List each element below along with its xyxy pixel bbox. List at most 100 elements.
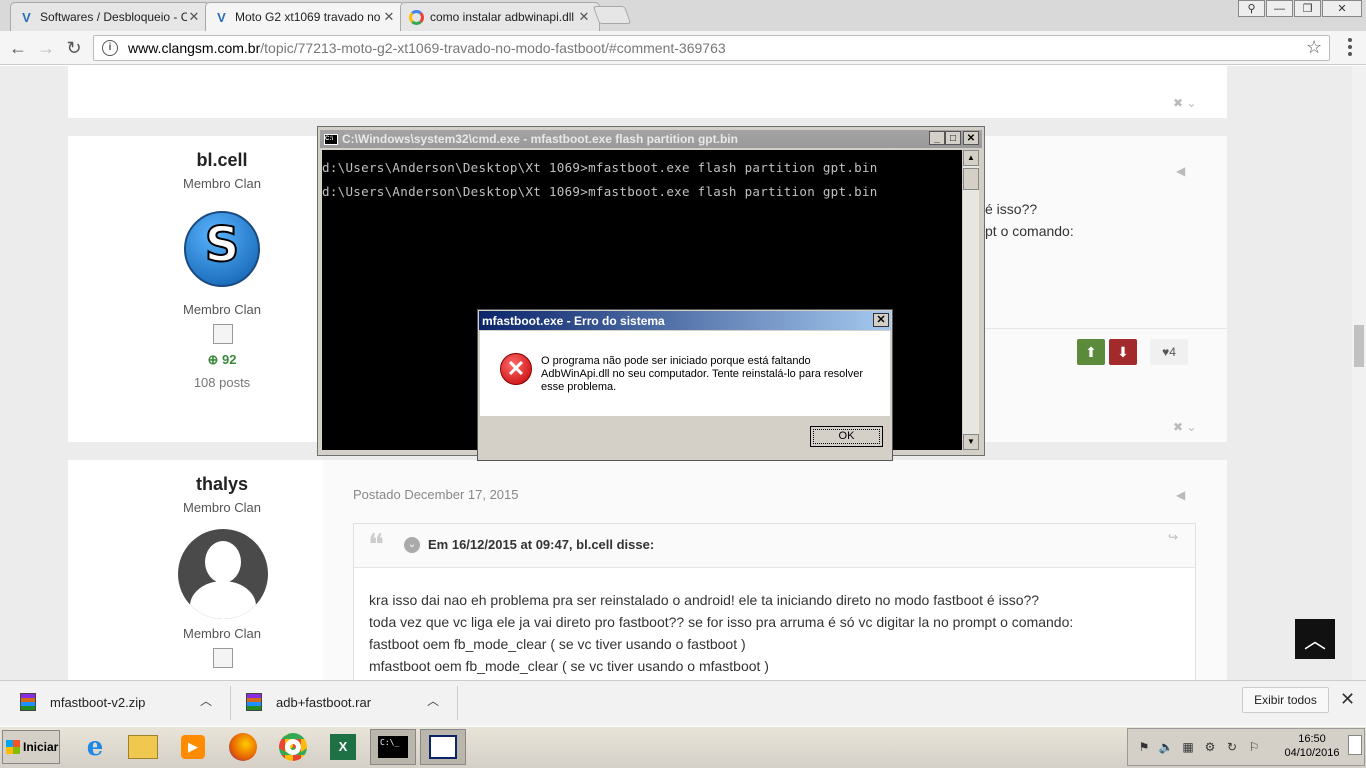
post-date: Postado December 17, 2015 xyxy=(353,487,519,502)
quote-line: mfastboot oem fb_mode_clear ( se vc tive… xyxy=(369,658,769,674)
upvote-button[interactable]: ⬆ xyxy=(1077,339,1105,365)
info-icon[interactable]: i xyxy=(102,40,118,56)
avatar[interactable] xyxy=(178,529,268,619)
bookmark-star-icon[interactable]: ☆ xyxy=(1306,37,1322,58)
user-profile-icon[interactable]: ⚲ xyxy=(1238,0,1265,17)
plus-circle-icon: ⊕ xyxy=(207,352,223,367)
close-icon[interactable]: ✕ xyxy=(577,9,591,25)
like-count[interactable]: ♥ 4 xyxy=(1150,339,1188,365)
internet-explorer-icon[interactable]: e xyxy=(72,729,118,765)
broken-image-icon xyxy=(213,324,233,344)
windows-flag-icon[interactable]: ⚑ xyxy=(1136,739,1152,755)
share-icon[interactable]: ◀ xyxy=(1176,164,1185,178)
restore-button[interactable]: ❐ xyxy=(1294,0,1321,17)
close-icon[interactable]: ✕ xyxy=(1340,689,1355,710)
download-item[interactable]: mfastboot-v2.zip xyxy=(20,690,145,714)
google-favicon-icon xyxy=(409,9,424,25)
cmd-titlebar[interactable]: C:\ C:\Windows\system32\cmd.exe - mfastb… xyxy=(320,130,982,148)
share-icon[interactable]: ◀ xyxy=(1176,488,1185,502)
error-dialog-titlebar[interactable]: mfastboot.exe - Erro do sistema xyxy=(479,311,891,330)
user-silhouette-body xyxy=(190,581,256,619)
url-path: /topic/77213-moto-g2-xt1069-travado-no-m… xyxy=(260,40,726,56)
page-scrollbar[interactable] xyxy=(1352,66,1366,680)
site-favicon-icon: V xyxy=(22,9,31,25)
back-arrow-icon[interactable]: ← xyxy=(6,36,30,60)
post-card-top xyxy=(68,66,1227,118)
tab-title: Moto G2 xt1069 travado no xyxy=(235,10,381,24)
close-icon[interactable]: ✕ xyxy=(382,9,396,25)
excel-icon[interactable]: X xyxy=(320,729,366,765)
media-player-icon[interactable]: ▶ xyxy=(170,729,216,765)
scroll-to-top-button[interactable]: ︿ xyxy=(1295,619,1335,659)
hide-icon[interactable]: ✖ ⌄ xyxy=(1173,96,1196,110)
scroll-up-icon[interactable]: ▲ xyxy=(963,150,979,166)
error-dialog-title: mfastboot.exe - Erro do sistema xyxy=(482,313,665,328)
user-silhouette-icon xyxy=(205,541,241,583)
cmd-maximize-button[interactable]: □ xyxy=(945,131,961,145)
tab-adbwinapi[interactable]: como instalar adbwinapi.dll ✕ xyxy=(400,2,600,31)
start-label: Iniciar xyxy=(23,740,59,754)
file-explorer-icon[interactable] xyxy=(120,729,166,765)
close-icon[interactable]: ✕ xyxy=(187,9,201,25)
reply-icon[interactable]: ↪ xyxy=(1168,530,1178,544)
chevron-up-icon[interactable]: ︿ xyxy=(427,692,439,709)
ok-button[interactable]: OK xyxy=(810,426,883,447)
cmd-minimize-button[interactable]: _ xyxy=(929,131,945,145)
error-icon: ✕ xyxy=(500,353,532,385)
cmd-scrollbar[interactable]: ▲ ▼ xyxy=(963,150,979,450)
archive-icon xyxy=(246,693,262,711)
new-tab-button[interactable] xyxy=(592,6,632,24)
cmd-close-button[interactable]: ✕ xyxy=(963,131,979,145)
dialog-taskbar-icon[interactable] xyxy=(420,729,466,765)
start-button[interactable]: Iniciar xyxy=(2,730,60,764)
chevron-up-icon[interactable]: ︿ xyxy=(200,692,212,709)
heart-icon: ♥ xyxy=(1162,345,1170,359)
reputation-count: 92 xyxy=(222,352,237,367)
author-name[interactable]: thalys xyxy=(67,474,377,495)
console-line: d:\Users\Anderson\Desktop\Xt 1069>mfastb… xyxy=(322,184,878,199)
cmd-title: C:\Windows\system32\cmd.exe - mfastboot.… xyxy=(342,132,738,146)
download-item[interactable]: adb+fastboot.rar xyxy=(246,690,371,714)
update-icon[interactable]: ↻ xyxy=(1224,739,1240,755)
tab-moto-g2[interactable]: V Moto G2 xt1069 travado no ✕ xyxy=(205,2,405,31)
volume-icon[interactable]: 🔈 xyxy=(1158,739,1174,755)
firefox-icon[interactable] xyxy=(220,729,266,765)
scroll-down-icon[interactable]: ▼ xyxy=(963,434,979,450)
error-close-button[interactable]: ✕ xyxy=(873,313,889,327)
window-close-button[interactable]: ✕ xyxy=(1322,0,1362,17)
quote-line: toda vez que vc liga ele ja vai direto p… xyxy=(369,614,1074,630)
scrollbar-thumb[interactable] xyxy=(1354,325,1364,367)
chevron-down-icon[interactable]: ⌄ xyxy=(404,537,420,553)
chrome-icon[interactable] xyxy=(270,729,316,765)
author-group: Membro Clan xyxy=(182,626,262,641)
security-icon[interactable]: ⚙ xyxy=(1202,739,1218,755)
console-line: d:\Users\Anderson\Desktop\Xt 1069>mfastb… xyxy=(322,160,878,175)
address-bar[interactable]: i www.clangsm.com.br/topic/77213-moto-g2… xyxy=(93,35,1330,61)
avatar[interactable]: S xyxy=(184,211,260,287)
cmd-icon: C:\ xyxy=(324,133,338,145)
quote-author: Em 16/12/2015 at 09:47, bl.cell disse: xyxy=(428,537,655,552)
show-desktop-button[interactable] xyxy=(1348,735,1362,755)
url-domain: www.clangsm.com.br xyxy=(128,40,261,56)
downvote-button[interactable]: ⬇ xyxy=(1109,339,1137,365)
quote-icon: ❝ xyxy=(368,528,385,563)
hide-icon[interactable]: ✖ ⌄ xyxy=(1173,420,1196,434)
author-group: Membro Clan xyxy=(182,500,262,515)
cmd-taskbar-icon[interactable]: C:\_ xyxy=(370,729,416,765)
show-all-button[interactable]: Exibir todos xyxy=(1242,687,1329,713)
quote-line: kra isso dai nao eh problema pra ser rei… xyxy=(369,592,1040,608)
reload-icon[interactable]: ↻ xyxy=(62,36,86,60)
broken-image-icon xyxy=(213,648,233,668)
archive-icon xyxy=(20,693,36,711)
tab-softwares[interactable]: V Softwares / Desbloqueio - C ✕ xyxy=(10,2,210,31)
forward-arrow-icon[interactable]: → xyxy=(34,36,58,60)
action-center-icon[interactable]: ⚐ xyxy=(1246,739,1262,755)
minimize-button[interactable]: — xyxy=(1266,0,1293,17)
tab-title: Softwares / Desbloqueio - C xyxy=(40,10,187,24)
menu-dots-icon[interactable] xyxy=(1342,38,1358,56)
site-favicon-icon: V xyxy=(217,9,226,25)
scroll-thumb[interactable] xyxy=(963,168,979,190)
avatar-letter-icon: S xyxy=(204,216,241,274)
clock[interactable]: 16:50 04/10/2016 xyxy=(1282,732,1342,760)
network-icon[interactable]: ▦ xyxy=(1180,739,1196,755)
